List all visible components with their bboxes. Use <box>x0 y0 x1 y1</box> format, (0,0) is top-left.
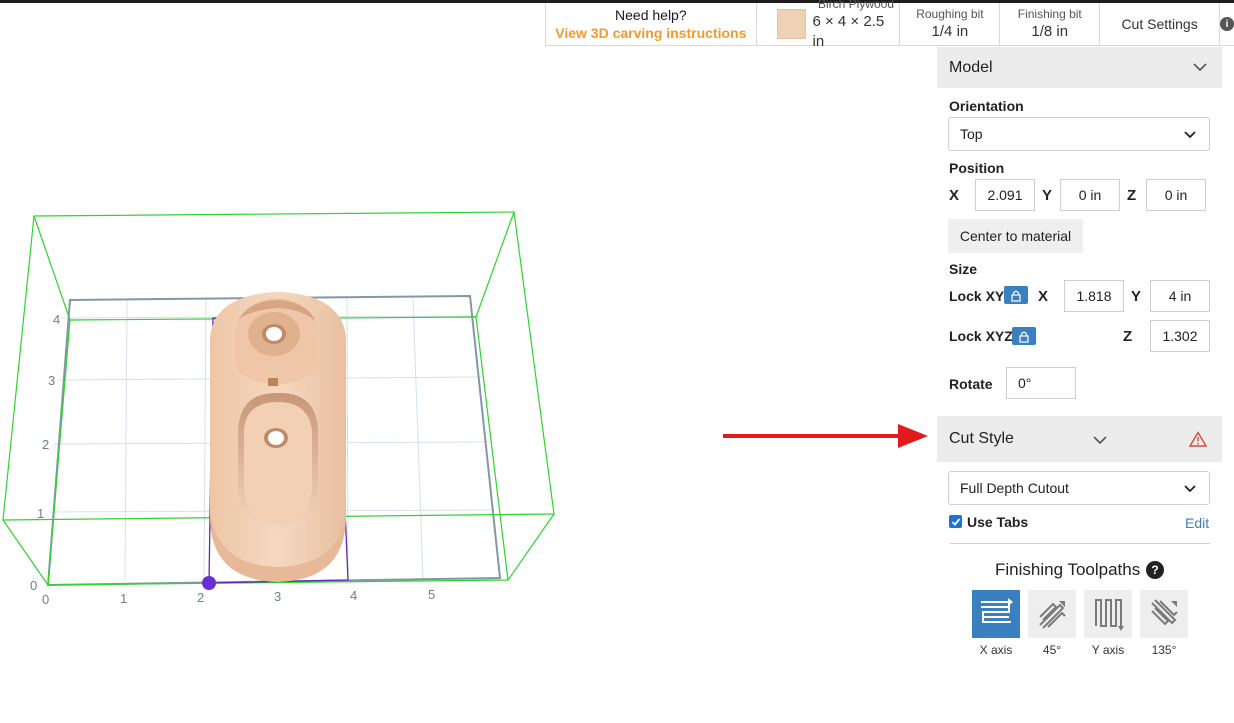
roughing-bit-label: Roughing bit <box>916 7 984 21</box>
carving-instructions-link[interactable]: View 3D carving instructions <box>555 24 746 42</box>
position-x-input[interactable]: 2.091 <box>975 179 1035 211</box>
help-title: Need help? <box>615 7 687 23</box>
toolpath-45-label: 45° <box>1042 643 1062 657</box>
finishing-toolpaths-title: Finishing Toolpaths <box>995 560 1141 579</box>
y-tick-2: 2 <box>42 437 49 452</box>
toolpath-y-axis-label: Y axis <box>1091 643 1125 657</box>
use-tabs-checkbox[interactable] <box>949 515 962 528</box>
cut-style-section-header[interactable]: Cut Style <box>937 416 1222 462</box>
orientation-select[interactable]: Top <box>948 117 1210 151</box>
finishing-bit-selector[interactable]: Finishing bit 1/8 in <box>1000 3 1101 45</box>
lock-xy-toggle[interactable] <box>1004 286 1028 304</box>
x-tick-0: 0 <box>42 592 49 607</box>
toolpath-45-button[interactable] <box>1028 590 1076 638</box>
warning-icon <box>1189 431 1207 447</box>
y-axis-toolpath-icon <box>1095 599 1124 631</box>
x-tick-4: 4 <box>350 588 357 603</box>
orientation-value: Top <box>960 126 983 142</box>
x-tick-2: 2 <box>197 590 204 605</box>
position-z-label: Z <box>1127 187 1137 204</box>
toolpath-135-button[interactable] <box>1140 590 1188 638</box>
lock-icon <box>1011 290 1021 302</box>
checkmark-icon <box>951 517 960 526</box>
x-axis-toolpath-icon <box>981 598 1013 623</box>
chevron-down-icon <box>1193 63 1207 72</box>
cut-style-title: Cut Style <box>949 430 1014 447</box>
size-x-label: X <box>1038 288 1049 305</box>
finishing-bit-value: 1/8 in <box>1031 23 1069 40</box>
top-toolbar: Need help? View 3D carving instructions … <box>545 0 1234 50</box>
divider <box>950 543 1210 544</box>
size-y-input[interactable]: 4 in <box>1150 280 1210 312</box>
lock-xy-label: Lock XY <box>949 288 1005 304</box>
material-selector[interactable]: Birch Plywood 6 × 4 × 2.5 in <box>757 0 901 50</box>
info-button[interactable]: i <box>1219 3 1234 45</box>
lock-icon <box>1019 331 1029 343</box>
45-degree-toolpath-icon <box>1039 601 1066 629</box>
position-y-input[interactable]: 0 in <box>1060 179 1120 211</box>
info-icon: i <box>1219 17 1234 31</box>
toolpath-x-axis-label: X axis <box>979 643 1013 657</box>
annotation-arrow <box>723 424 928 448</box>
size-z-label: Z <box>1123 328 1133 345</box>
135-degree-toolpath-icon <box>1151 599 1178 626</box>
lock-xyz-toggle[interactable] <box>1012 327 1036 345</box>
y-tick-0: 0 <box>30 578 37 593</box>
lock-xyz-label: Lock XYZ <box>949 328 1013 344</box>
3d-model[interactable] <box>210 292 346 582</box>
toolpath-x-axis-button[interactable] <box>972 590 1020 638</box>
material-swatch <box>776 9 807 39</box>
orientation-label: Orientation <box>949 98 1024 114</box>
chevron-down-icon <box>1184 485 1196 493</box>
x-tick-5: 5 <box>428 587 435 602</box>
3d-viewport[interactable]: 0 1 2 3 4 5 0 1 2 3 4 <box>0 180 580 620</box>
cut-settings-button[interactable]: Cut Settings <box>1100 3 1220 45</box>
toolpath-y-axis-button[interactable] <box>1084 590 1132 638</box>
edit-tabs-link[interactable]: Edit <box>1185 515 1209 531</box>
finishing-bit-label: Finishing bit <box>1017 7 1082 21</box>
roughing-bit-value: 1/4 in <box>931 23 969 40</box>
cut-style-value: Full Depth Cutout <box>960 480 1069 496</box>
y-tick-4: 4 <box>53 312 60 327</box>
rotate-label: Rotate <box>949 376 993 392</box>
3d-scene[interactable]: 0 1 2 3 4 5 0 1 2 3 4 <box>0 180 580 620</box>
position-y-label: Y <box>1042 187 1053 204</box>
cut-settings-label: Cut Settings <box>1121 16 1198 32</box>
center-to-material-button[interactable]: Center to material <box>948 219 1083 253</box>
position-z-input[interactable]: 0 in <box>1146 179 1206 211</box>
help-icon[interactable]: ? <box>1146 561 1164 579</box>
roughing-bit-selector[interactable]: Roughing bit 1/4 in <box>900 3 1001 45</box>
x-tick-3: 3 <box>274 589 281 604</box>
origin-handle[interactable] <box>202 576 216 590</box>
cut-style-select[interactable]: Full Depth Cutout <box>948 471 1210 505</box>
size-x-input[interactable]: 1.818 <box>1064 280 1124 312</box>
position-x-label: X <box>949 187 960 204</box>
size-y-label: Y <box>1131 288 1142 305</box>
model-section-header[interactable]: Model <box>937 47 1222 88</box>
position-label: Position <box>949 160 1005 176</box>
model-section-title: Model <box>949 58 993 76</box>
x-tick-1: 1 <box>120 591 127 606</box>
rotate-input[interactable]: 0° <box>1006 367 1076 399</box>
chevron-down-icon <box>1184 131 1196 139</box>
help-section: Need help? View 3D carving instructions <box>546 3 757 45</box>
y-tick-1: 1 <box>37 506 44 521</box>
y-tick-3: 3 <box>48 373 55 388</box>
toolpath-135-label: 135° <box>1151 643 1177 657</box>
size-label: Size <box>949 261 978 277</box>
size-z-input[interactable]: 1.302 <box>1150 320 1210 352</box>
material-size: 6 × 4 × 2.5 in <box>812 13 885 50</box>
use-tabs-label: Use Tabs <box>967 514 1029 530</box>
chevron-down-icon <box>1093 436 1107 445</box>
right-panel: Model Orientation Top Position X 2.091 Y… <box>937 47 1222 657</box>
material-name: Birch Plywood <box>817 0 894 11</box>
